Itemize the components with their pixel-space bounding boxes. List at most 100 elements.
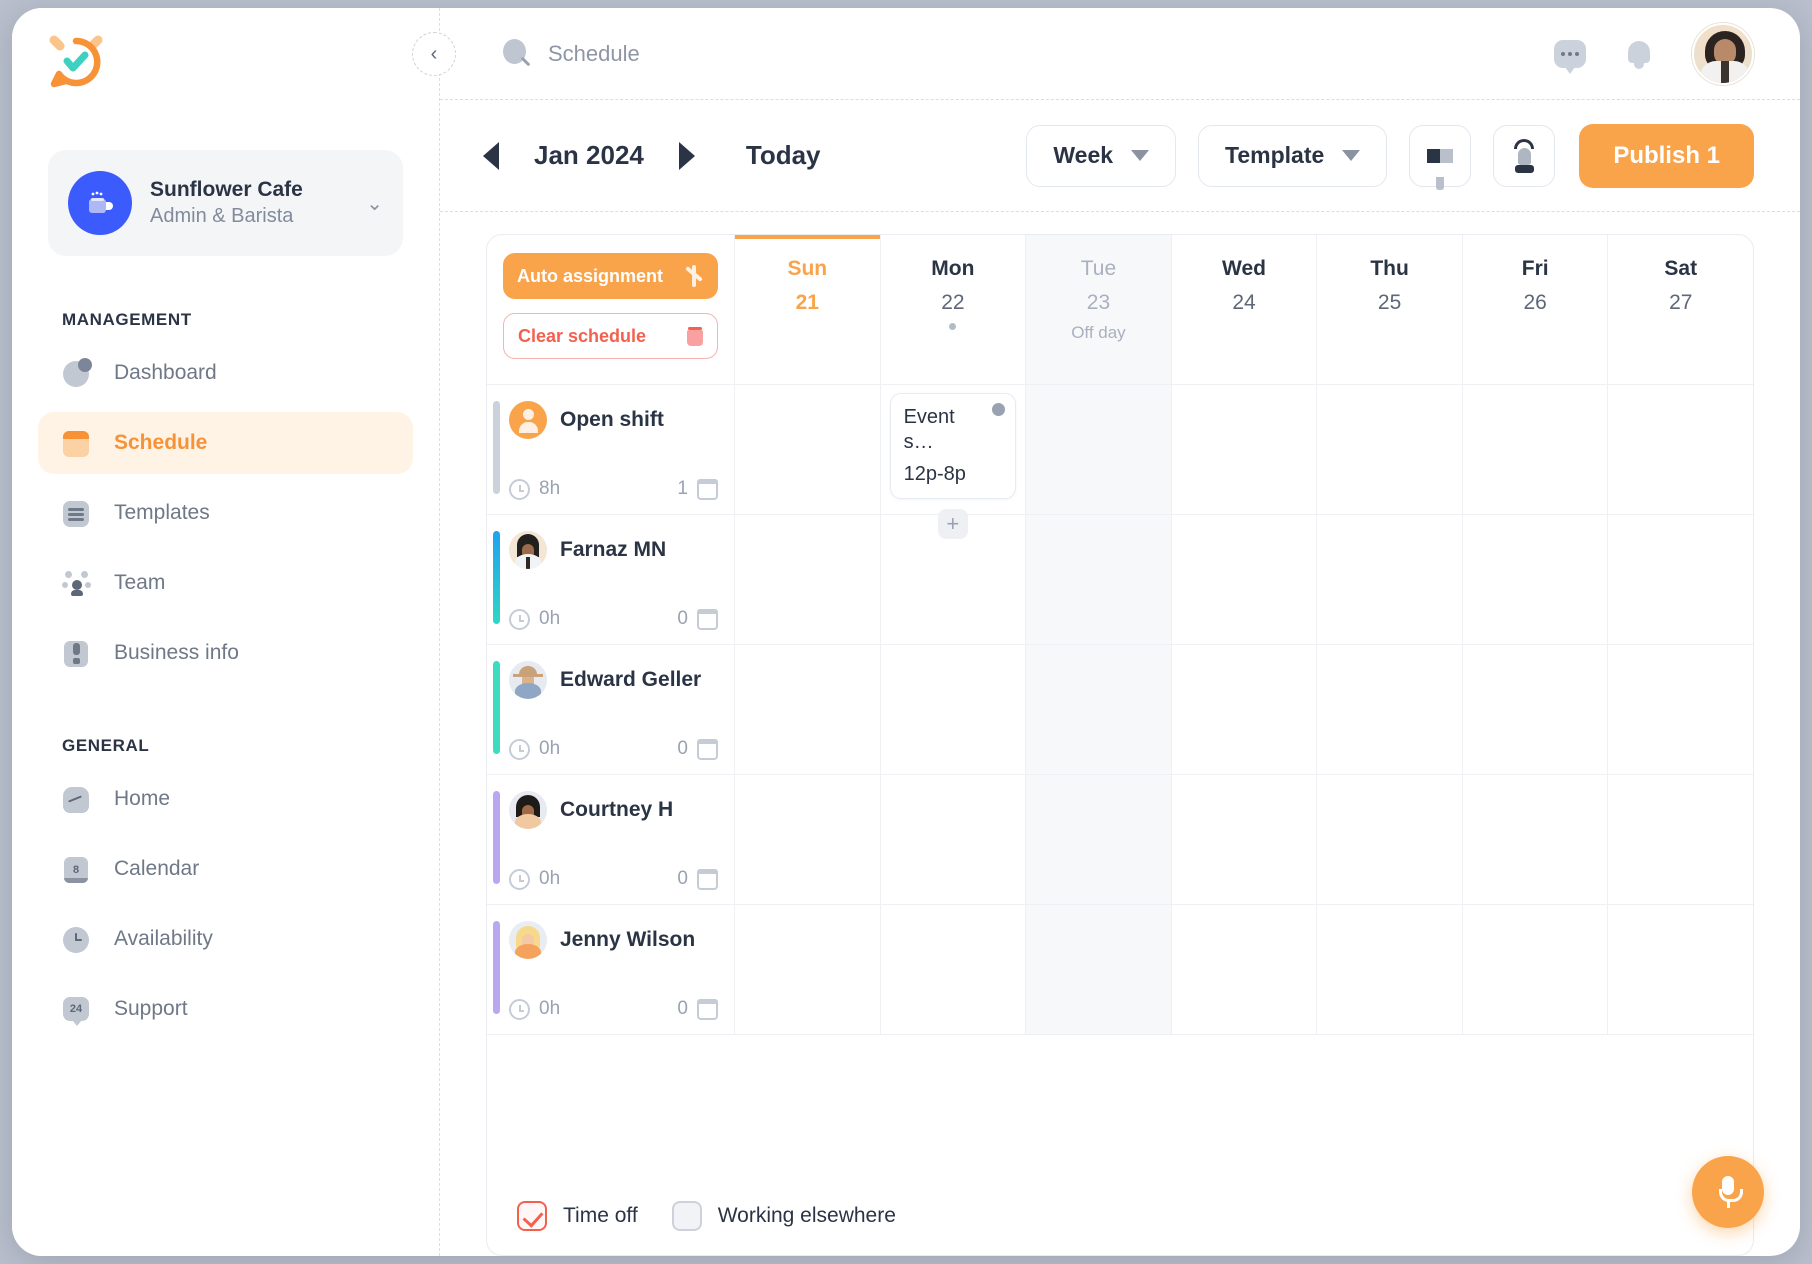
alarm-clock-check-logo <box>48 34 104 90</box>
row-shift-count: 1 <box>677 478 688 500</box>
cell-sat[interactable] <box>1608 385 1753 514</box>
trash-icon <box>687 327 703 346</box>
cell-thu[interactable] <box>1317 905 1463 1034</box>
open-shift-person-icon <box>509 401 547 439</box>
cell-sun[interactable] <box>735 775 881 904</box>
search-button[interactable]: Schedule <box>502 39 640 69</box>
day-header-mon[interactable]: Mon 22 <box>881 235 1027 384</box>
sidebar-item-business-info[interactable]: Business info <box>38 622 413 684</box>
cell-fri[interactable] <box>1463 775 1609 904</box>
checkbox-checked-icon[interactable] <box>517 1201 547 1231</box>
view-selector[interactable]: Week <box>1026 125 1176 187</box>
sidebar-item-team[interactable]: Team <box>38 552 413 614</box>
day-number: 24 <box>1172 291 1317 315</box>
day-header-tue[interactable]: Tue 23 Off day <box>1026 235 1172 384</box>
sidebar-item-label: Schedule <box>114 431 207 455</box>
legend-item-time-off[interactable]: Time off <box>517 1201 638 1231</box>
cell-fri[interactable] <box>1463 645 1609 774</box>
funnel-filter-icon <box>1427 149 1453 163</box>
day-header-fri[interactable]: Fri 26 <box>1463 235 1609 384</box>
cell-tue[interactable] <box>1026 645 1172 774</box>
sidebar-nav-management: Dashboard Schedule Templates Team Busine… <box>12 342 439 684</box>
sidebar-item-support[interactable]: 24 Support <box>38 978 413 1040</box>
cell-wed[interactable] <box>1172 775 1318 904</box>
bell-icon[interactable] <box>1626 38 1652 70</box>
legend: Time off Working elsewhere <box>487 1177 1753 1255</box>
cell-sun[interactable] <box>735 905 881 1034</box>
cell-fri[interactable] <box>1463 515 1609 644</box>
today-button[interactable]: Today <box>746 140 821 171</box>
cell-mon[interactable] <box>881 515 1027 644</box>
avatar[interactable] <box>1692 23 1754 85</box>
cell-sat[interactable] <box>1608 645 1753 774</box>
cell-mon[interactable]: Event s… 12p-8p + <box>881 385 1027 514</box>
cell-thu[interactable] <box>1317 775 1463 904</box>
cell-tue[interactable] <box>1026 905 1172 1034</box>
row-header-edward-geller[interactable]: Edward Geller 0h 0 <box>487 645 735 774</box>
cell-thu[interactable] <box>1317 645 1463 774</box>
cell-tue[interactable] <box>1026 515 1172 644</box>
cell-mon[interactable] <box>881 645 1027 774</box>
cell-tue[interactable] <box>1026 385 1172 514</box>
template-selector[interactable]: Template <box>1198 125 1387 187</box>
day-number: 26 <box>1463 291 1608 315</box>
day-number: 23 <box>1026 291 1171 315</box>
cell-sun[interactable] <box>735 645 881 774</box>
magic-wand-icon <box>684 265 704 287</box>
cell-wed[interactable] <box>1172 645 1318 774</box>
cell-thu[interactable] <box>1317 515 1463 644</box>
cell-sat[interactable] <box>1608 515 1753 644</box>
cell-sun[interactable] <box>735 515 881 644</box>
cell-wed[interactable] <box>1172 515 1318 644</box>
cell-mon[interactable] <box>881 905 1027 1034</box>
calendar-header: Auto assignment Clear schedule Sun 21 <box>487 235 1753 385</box>
cell-wed[interactable] <box>1172 905 1318 1034</box>
sidebar-item-dashboard[interactable]: Dashboard <box>38 342 413 404</box>
legend-label: Time off <box>563 1204 638 1228</box>
sidebar-item-calendar[interactable]: 8 Calendar <box>38 838 413 900</box>
auto-assignment-button[interactable]: Auto assignment <box>503 253 718 299</box>
auto-assignment-label: Auto assignment <box>517 266 663 287</box>
row-header-open-shift[interactable]: Open shift 8h 1 <box>487 385 735 514</box>
clear-schedule-button[interactable]: Clear schedule <box>503 313 718 359</box>
prev-month-button[interactable] <box>474 139 508 173</box>
cell-wed[interactable] <box>1172 385 1318 514</box>
chevron-down-icon[interactable]: ⌄ <box>366 191 383 216</box>
view-selector-label: Week <box>1053 142 1113 169</box>
chat-bubble-icon[interactable] <box>1554 40 1586 68</box>
voice-assistant-button[interactable] <box>1692 1156 1764 1228</box>
sidebar-item-templates[interactable]: Templates <box>38 482 413 544</box>
day-header-thu[interactable]: Thu 25 <box>1317 235 1463 384</box>
day-header-wed[interactable]: Wed 24 <box>1172 235 1318 384</box>
cell-fri[interactable] <box>1463 905 1609 1034</box>
cell-sat[interactable] <box>1608 775 1753 904</box>
cell-mon[interactable] <box>881 775 1027 904</box>
publish-button[interactable]: Publish 1 <box>1579 124 1754 188</box>
checkbox-empty-icon[interactable] <box>672 1201 702 1231</box>
cell-sat[interactable] <box>1608 905 1753 1034</box>
day-name: Tue <box>1026 257 1171 281</box>
next-month-button[interactable] <box>670 139 704 173</box>
day-header-sun[interactable]: Sun 21 <box>735 235 881 384</box>
cell-fri[interactable] <box>1463 385 1609 514</box>
shift-card[interactable]: Event s… 12p-8p <box>890 393 1017 499</box>
clock-icon <box>62 924 92 954</box>
row-header-courtney-h[interactable]: Courtney H 0h 0 <box>487 775 735 904</box>
sidebar-item-schedule[interactable]: Schedule <box>38 412 413 474</box>
tap-gesture-button[interactable] <box>1493 125 1555 187</box>
row-header-farnaz-mn[interactable]: Farnaz MN 0h 0 <box>487 515 735 644</box>
cell-thu[interactable] <box>1317 385 1463 514</box>
row-header-jenny-wilson[interactable]: Jenny Wilson 0h 0 <box>487 905 735 1034</box>
day-header-sat[interactable]: Sat 27 <box>1608 235 1753 384</box>
workspace-selector[interactable]: Sunflower Cafe Admin & Barista ⌄ <box>48 150 403 256</box>
filter-button[interactable] <box>1409 125 1471 187</box>
legend-item-working-elsewhere[interactable]: Working elsewhere <box>672 1201 896 1231</box>
logo-container[interactable] <box>12 8 439 90</box>
sidebar-item-home[interactable]: Home <box>38 768 413 830</box>
sidebar-item-availability[interactable]: Availability <box>38 908 413 970</box>
cell-sun[interactable] <box>735 385 881 514</box>
employee-avatar <box>509 921 547 959</box>
cell-tue[interactable] <box>1026 775 1172 904</box>
chevron-left-icon[interactable]: ‹ <box>412 32 456 76</box>
sidebar-item-label: Home <box>114 787 170 811</box>
